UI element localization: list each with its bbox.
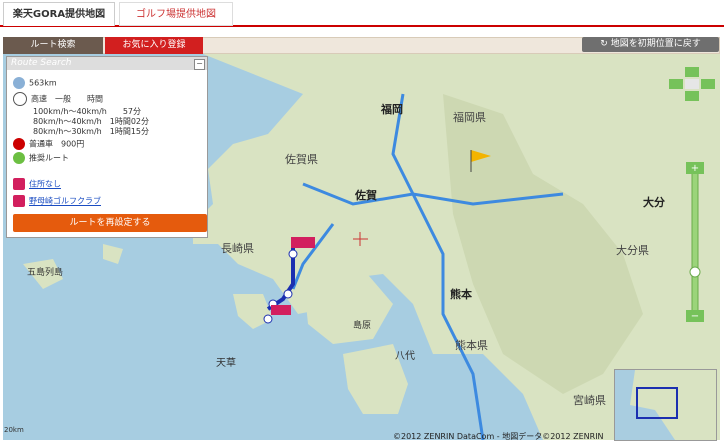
map-label-saga-pref: 佐賀県 bbox=[285, 153, 318, 166]
map-label-miyazaki-pref: 宮崎県 bbox=[573, 394, 606, 407]
reset-view-button[interactable]: ↻ 地図を初期位置に戻す bbox=[582, 37, 719, 52]
map-label-kumamoto: 熊本 bbox=[450, 288, 472, 301]
map-label-fukuoka: 福岡 bbox=[381, 103, 403, 116]
minimap-svg bbox=[630, 370, 716, 440]
map-label-amakusa: 天草 bbox=[216, 358, 236, 369]
zoom-control[interactable]: + − bbox=[686, 161, 704, 323]
speed-header-highway: 高速 bbox=[31, 94, 47, 104]
overview-minimap[interactable] bbox=[614, 369, 717, 441]
svg-text:+: + bbox=[691, 163, 699, 174]
route-panel: Route Search − 563km 高速 一般 時間 100km/h〜40… bbox=[6, 56, 208, 238]
yen-icon bbox=[13, 138, 25, 150]
start-icon bbox=[13, 178, 25, 190]
pan-arrows-svg bbox=[669, 67, 715, 101]
reset-route-button[interactable]: ルートを再設定する bbox=[13, 214, 207, 232]
zoom-slider-svg: + − bbox=[686, 161, 704, 323]
tab-gora-map[interactable]: 楽天GORA提供地図 bbox=[3, 2, 115, 26]
map-label-shimabara: 島原 bbox=[353, 321, 372, 331]
map-copyright: ©2012 ZENRIN DataCom - 地図データ©2012 ZENRIN bbox=[393, 432, 604, 441]
tab-route-search[interactable]: ルート検索 bbox=[3, 37, 103, 54]
goal-icon bbox=[13, 195, 25, 207]
toll-value: 普通車 900円 bbox=[29, 139, 85, 149]
map-label-goto: 五島列島 bbox=[27, 268, 64, 278]
svg-text:−: − bbox=[691, 311, 699, 322]
start-link[interactable]: 住所なし bbox=[29, 180, 61, 189]
speed-header-local: 一般 bbox=[55, 94, 71, 104]
distance-icon bbox=[13, 77, 25, 89]
map-label-oita: 大分 bbox=[643, 196, 665, 209]
map-label-yatsushiro: 八代 bbox=[395, 351, 415, 362]
reset-view-label: 地図を初期位置に戻す bbox=[610, 39, 701, 49]
speed-header-time: 時間 bbox=[87, 94, 103, 104]
map-label-oita-pref: 大分県 bbox=[616, 244, 649, 257]
top-tab-bar: 楽天GORA提供地図 ゴルフ場提供地図 bbox=[0, 0, 724, 27]
map-scale: 20km bbox=[4, 426, 24, 434]
goal-link[interactable]: 野母崎ゴルフクラブ bbox=[29, 197, 101, 206]
map-label-kumamoto-pref: 熊本県 bbox=[455, 339, 488, 352]
distance-value: 563km bbox=[29, 78, 57, 88]
tab-favorite[interactable]: お気に入り登録 bbox=[105, 37, 203, 54]
refresh-icon: ↻ bbox=[600, 39, 611, 49]
route-icon bbox=[13, 152, 25, 164]
recommended-route: 推奨ルート bbox=[29, 153, 69, 163]
panel-header: Route Search bbox=[7, 57, 207, 70]
speed-row: 80km/h〜30km/h 1時間15分 bbox=[33, 127, 150, 136]
pan-control[interactable] bbox=[669, 67, 715, 101]
tab-golf-map[interactable]: ゴルフ場提供地図 bbox=[119, 2, 233, 26]
map-label-nagasaki-pref: 長崎県 bbox=[221, 242, 254, 255]
map-label-saga: 佐賀 bbox=[355, 189, 377, 202]
panel-close-button[interactable]: − bbox=[194, 59, 205, 70]
clock-icon bbox=[13, 92, 27, 106]
map-label-fukuoka-pref: 福岡県 bbox=[453, 111, 486, 124]
